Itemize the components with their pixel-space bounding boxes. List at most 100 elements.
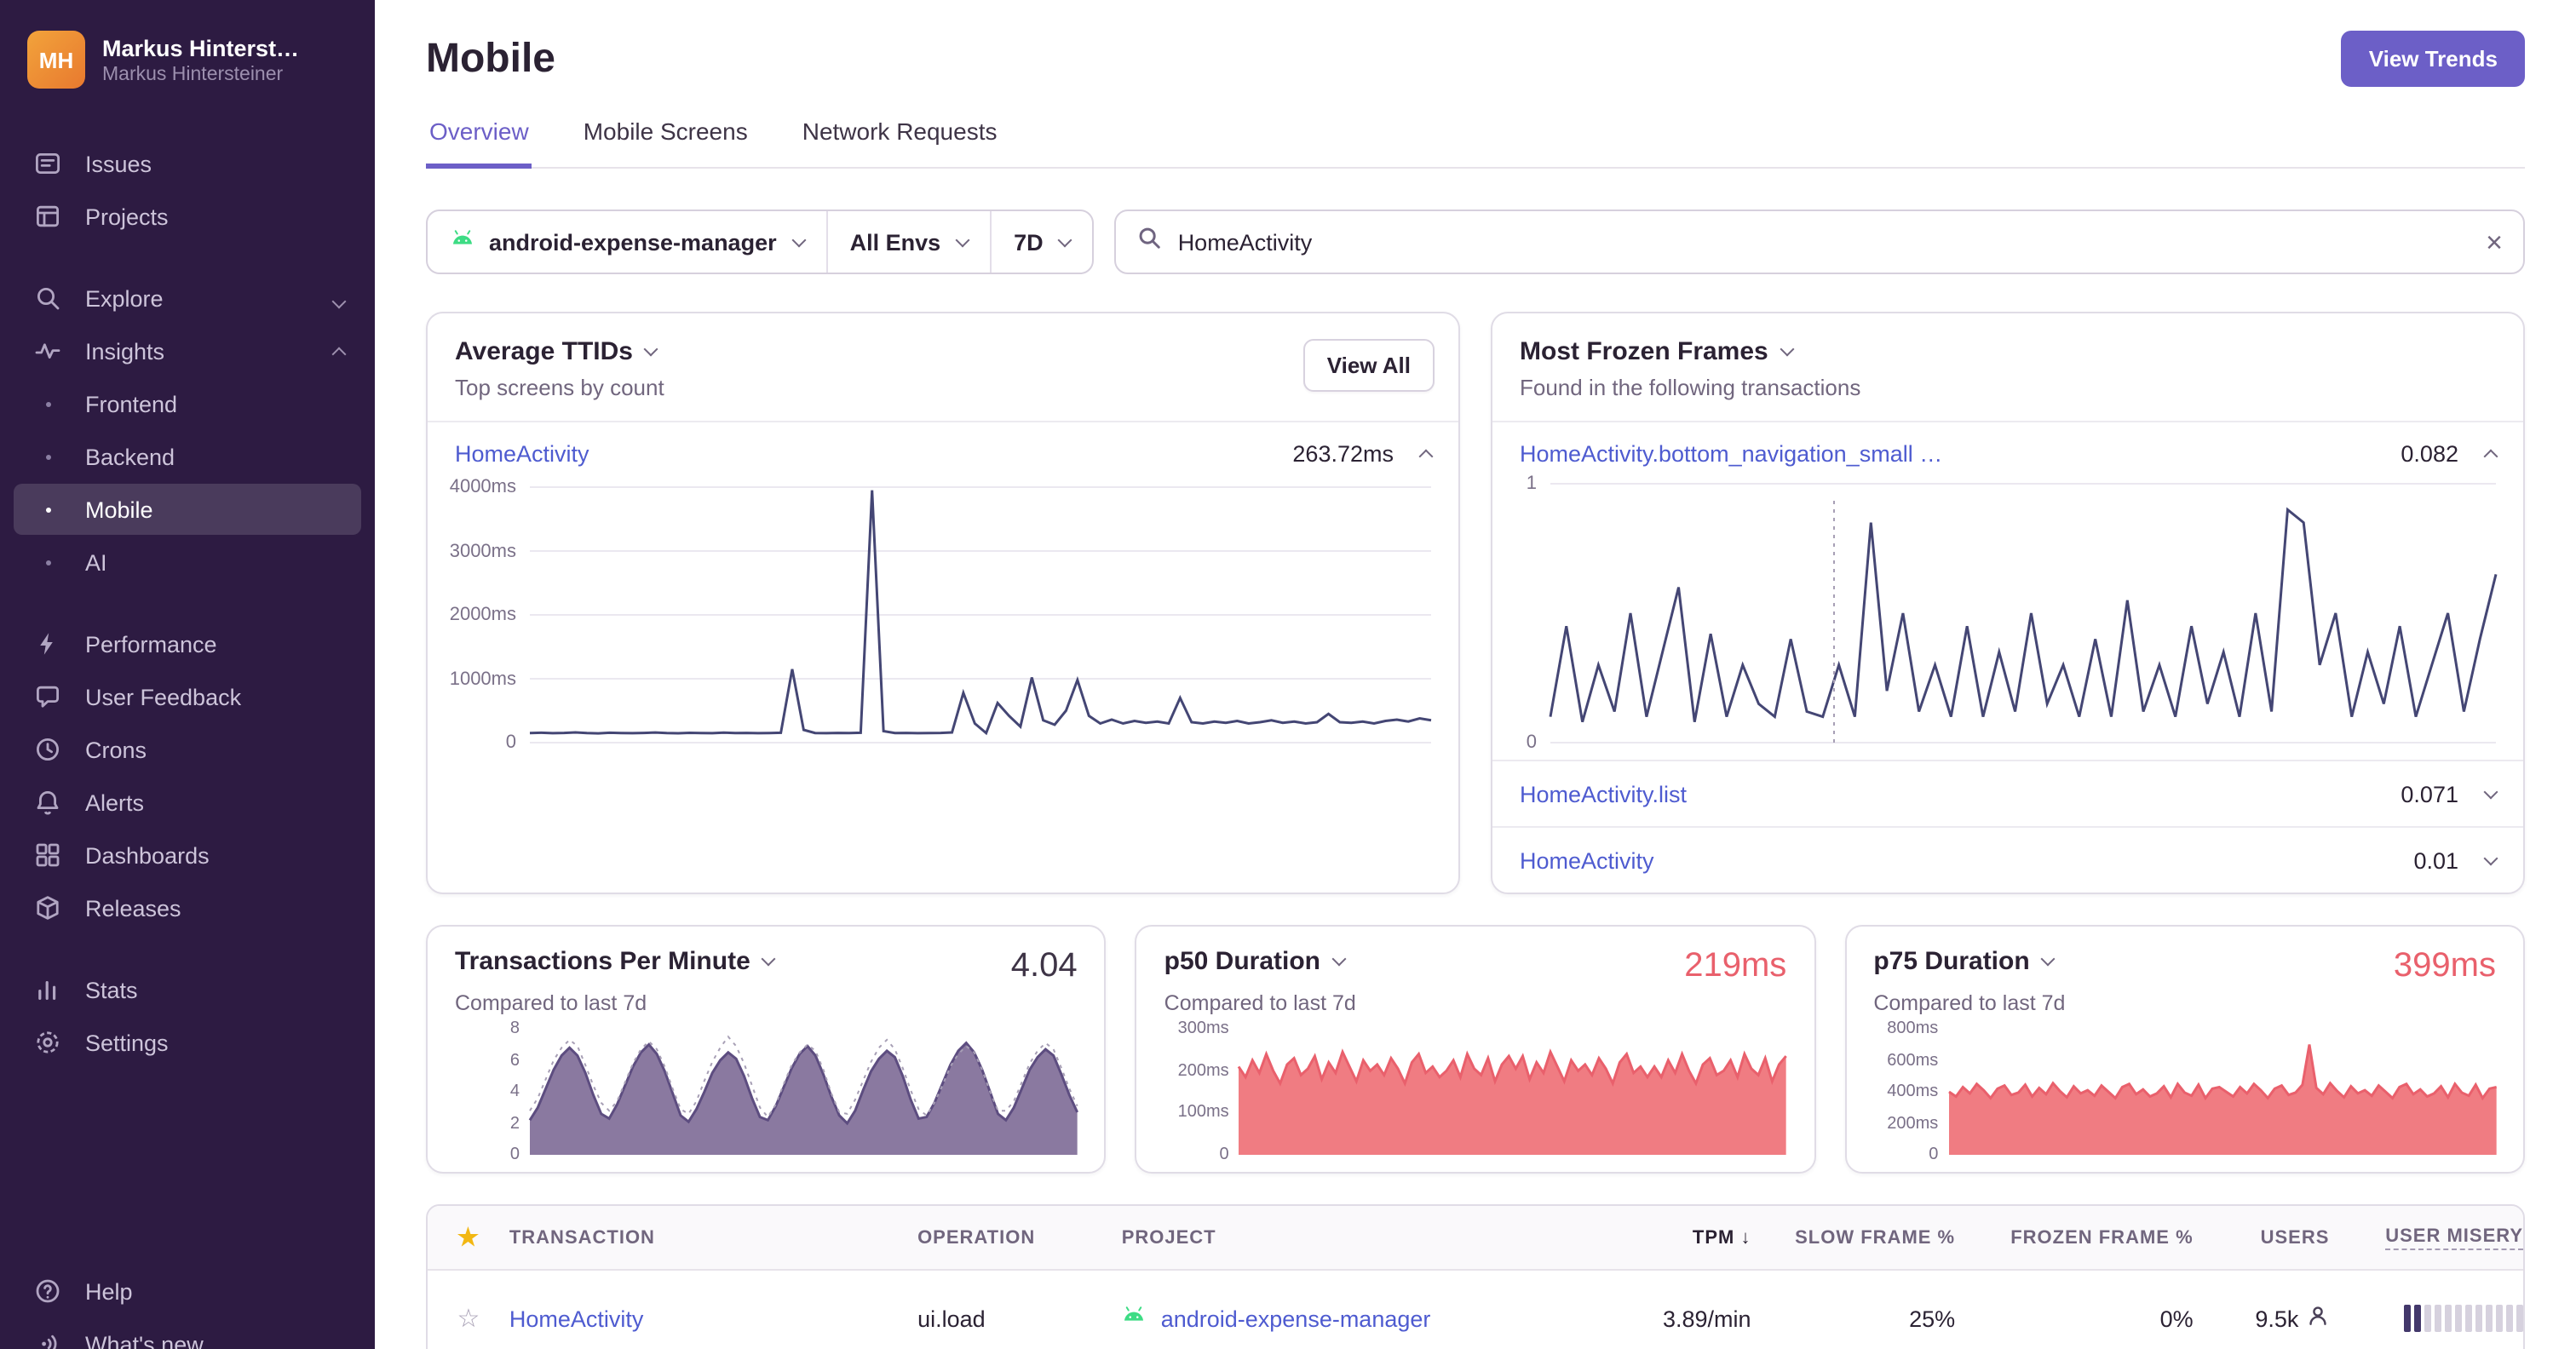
transaction-link[interactable]: HomeActivity — [509, 1306, 644, 1331]
p75-area-chart: 800ms 600ms 400ms 200ms 0 — [1873, 1019, 2496, 1164]
project-filter-value: android-expense-manager — [489, 229, 777, 255]
sidebar-item-label: Stats — [85, 977, 138, 1002]
environment-filter-value: All Envs — [849, 229, 941, 255]
sidebar-item-whats-new[interactable]: What's new — [14, 1318, 361, 1349]
sidebar-item-insights[interactable]: Insights — [14, 325, 361, 376]
sort-desc-icon: ↓ — [1740, 1227, 1751, 1248]
y-tick-label: 0 — [1526, 732, 1537, 753]
slow-frame-cell: 25% — [1909, 1306, 1956, 1331]
clock-icon — [31, 736, 65, 763]
user-misery-column-header[interactable]: USER MISERY — [2329, 1226, 2523, 1249]
sidebar-item-stats[interactable]: Stats — [14, 964, 361, 1015]
y-axis-labels: 300ms 200ms 100ms 0 — [1164, 1019, 1239, 1164]
help-icon — [31, 1277, 65, 1305]
sidebar-item-help[interactable]: Help — [14, 1266, 361, 1317]
sidebar-item-backend[interactable]: Backend — [14, 431, 361, 482]
sidebar-item-label: Releases — [85, 895, 181, 921]
transaction-link[interactable]: HomeActivity.bottom_navigation_small … — [1520, 441, 1942, 467]
y-axis-labels: 4000ms 3000ms 2000ms 1000ms 0 — [438, 477, 530, 753]
transactions-table: ★ TRANSACTION OPERATION PROJECT TPM ↓ SL… — [426, 1204, 2525, 1349]
chevron-down-icon — [1780, 342, 1795, 357]
y-tick-label: 2000ms — [449, 605, 516, 625]
user-misery-bars — [2329, 1305, 2523, 1332]
sidebar-item-label: Explore — [85, 285, 164, 311]
bell-icon — [31, 789, 65, 816]
tpm-column-header-sorted[interactable]: TPM ↓ — [1581, 1227, 1751, 1248]
transaction-column-header[interactable]: TRANSACTION — [509, 1227, 917, 1248]
expand-chevron-icon[interactable] — [2483, 784, 2498, 799]
sidebar-item-label: AI — [85, 549, 107, 575]
date-range-filter-dropdown[interactable]: 7D — [990, 211, 1093, 273]
sidebar-item-settings[interactable]: Settings — [14, 1017, 361, 1068]
y-tick-label: 400ms — [1887, 1082, 1939, 1101]
card-title-dropdown[interactable]: Average TTIDs — [455, 337, 1431, 366]
sidebar-item-label: Help — [85, 1278, 133, 1304]
frozen-transaction-row: HomeActivity 0.01 — [1492, 826, 2523, 893]
tpm-cell: 3.89/min — [1662, 1306, 1751, 1331]
sidebar-item-alerts[interactable]: Alerts — [14, 777, 361, 828]
date-range-filter-value: 7D — [1014, 229, 1044, 255]
stat-title: Transactions Per Minute — [455, 947, 750, 976]
sidebar-item-performance[interactable]: Performance — [14, 618, 361, 669]
sidebar-item-label: Backend — [85, 444, 175, 469]
frozen-rate-value: 0.01 — [2413, 847, 2458, 873]
sidebar-item-releases[interactable]: Releases — [14, 882, 361, 933]
sidebar-item-mobile[interactable]: Mobile — [14, 484, 361, 535]
transaction-link[interactable]: HomeActivity.list — [1520, 781, 1687, 807]
frozen-rate-value: 0.071 — [2401, 781, 2458, 807]
stat-title-dropdown[interactable]: p50 Duration — [1164, 947, 1347, 976]
chevron-down-icon — [791, 232, 807, 247]
sidebar-item-frontend[interactable]: Frontend — [14, 378, 361, 429]
search-box: × — [1114, 210, 2525, 274]
collapse-chevron-icon[interactable] — [2483, 449, 2498, 464]
view-all-button[interactable]: View All — [1302, 339, 1435, 392]
main-content: Mobile View Trends Overview Mobile Scree… — [375, 0, 2576, 1349]
sidebar-item-explore[interactable]: Explore — [14, 273, 361, 324]
sidebar: MH Markus Hinterst… Markus Hintersteiner… — [0, 0, 375, 1349]
transaction-link[interactable]: HomeActivity — [455, 441, 589, 467]
tpm-stat-card: Transactions Per Minute 4.04 Compared to… — [426, 925, 1107, 1174]
user-icon — [2307, 1305, 2329, 1332]
misery-bar — [2404, 1305, 2412, 1332]
search-input[interactable] — [1177, 229, 2471, 255]
environment-filter-dropdown[interactable]: All Envs — [825, 211, 991, 273]
slow-frame-column-header[interactable]: SLOW FRAME % — [1751, 1227, 1956, 1248]
sidebar-item-ai[interactable]: AI — [14, 537, 361, 588]
stat-value: 4.04 — [1010, 947, 1078, 984]
sidebar-item-issues[interactable]: Issues — [14, 138, 361, 189]
sidebar-item-dashboards[interactable]: Dashboards — [14, 829, 361, 881]
operation-column-header[interactable]: OPERATION — [917, 1227, 1122, 1248]
project-filter-dropdown[interactable]: android-expense-manager — [428, 211, 826, 273]
search-icon — [31, 284, 65, 312]
misery-bar — [2496, 1305, 2504, 1332]
sidebar-item-crons[interactable]: Crons — [14, 724, 361, 775]
tab-mobile-screens[interactable]: Mobile Screens — [580, 118, 751, 169]
stat-title-dropdown[interactable]: Transactions Per Minute — [455, 947, 777, 976]
frozen-frame-column-header[interactable]: FROZEN FRAME % — [1955, 1227, 2194, 1248]
org-switcher[interactable]: MH Markus Hinterst… Markus Hintersteiner — [0, 20, 375, 99]
project-column-header[interactable]: PROJECT — [1122, 1227, 1581, 1248]
bar-chart-icon — [31, 976, 65, 1003]
clear-search-icon[interactable]: × — [2486, 227, 2503, 256]
collapse-chevron-icon[interactable] — [1418, 449, 1434, 464]
tab-network-requests[interactable]: Network Requests — [799, 118, 1001, 169]
expand-chevron-icon[interactable] — [2483, 850, 2498, 865]
star-toggle-icon[interactable]: ☆ — [457, 1305, 480, 1334]
y-tick-label: 200ms — [1887, 1114, 1939, 1133]
sidebar-item-user-feedback[interactable]: User Feedback — [14, 671, 361, 722]
users-column-header[interactable]: USERS — [2194, 1227, 2330, 1248]
project-link[interactable]: android-expense-manager — [1161, 1306, 1431, 1331]
stat-title-dropdown[interactable]: p75 Duration — [1873, 947, 2056, 976]
grid-icon — [31, 841, 65, 869]
starred-column-header[interactable]: ★ — [428, 1223, 509, 1252]
view-trends-button[interactable]: View Trends — [2341, 31, 2525, 87]
misery-bar — [2475, 1305, 2483, 1332]
sidebar-item-projects[interactable]: Projects — [14, 191, 361, 242]
y-tick-label: 100ms — [1177, 1103, 1229, 1122]
broadcast-icon — [31, 1330, 65, 1349]
card-title-dropdown[interactable]: Most Frozen Frames — [1520, 337, 2496, 366]
tab-overview[interactable]: Overview — [426, 118, 532, 169]
card-subtitle: Top screens by count — [455, 375, 664, 400]
transaction-link[interactable]: HomeActivity — [1520, 847, 1654, 873]
